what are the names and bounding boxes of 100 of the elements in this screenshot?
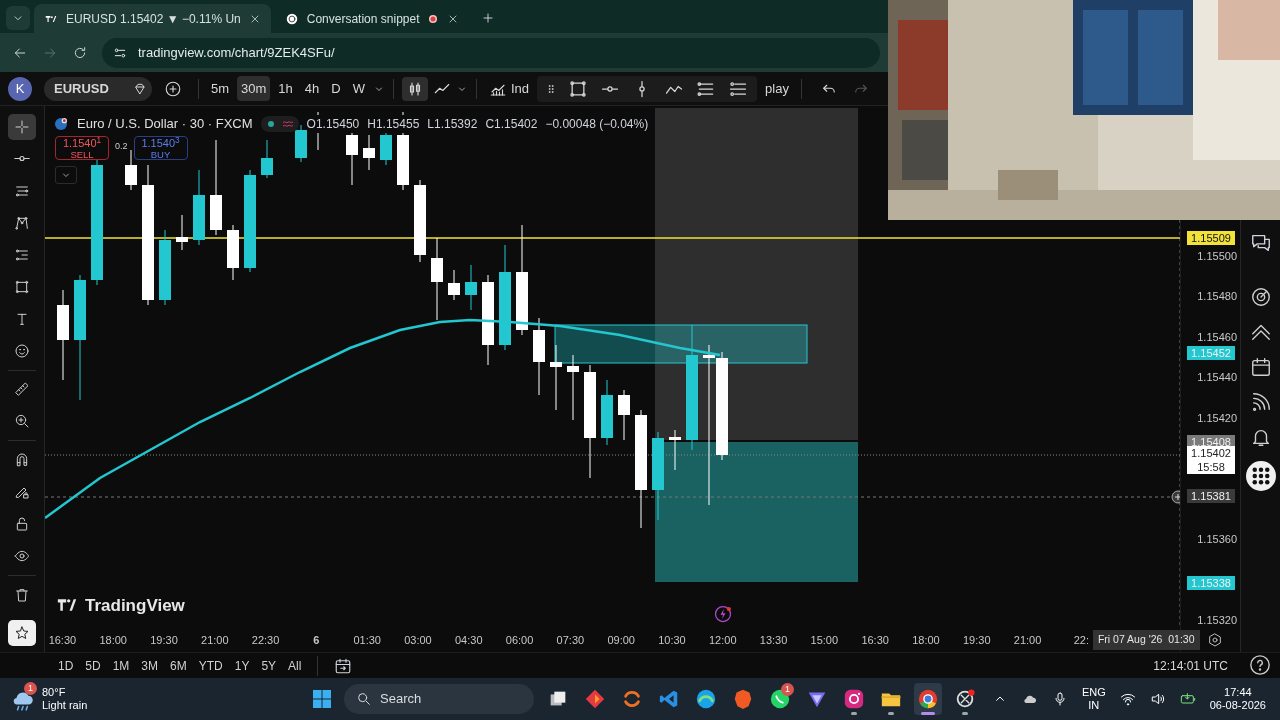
time-label: 18:00 (98, 632, 128, 648)
interval-button[interactable]: 1h (274, 75, 297, 102)
app-icon (843, 688, 865, 710)
replay-button[interactable]: play (761, 75, 793, 102)
range-button[interactable]: 1Y (234, 656, 250, 675)
wifi-icon[interactable] (1119, 691, 1136, 707)
range-button[interactable]: YTD (198, 656, 223, 675)
chart-type-button[interactable] (401, 76, 428, 101)
notification-badge: 1 (781, 683, 794, 696)
interval-button[interactable]: W (348, 75, 369, 102)
price-label: 1.15320 (1196, 612, 1237, 627)
settings-icon[interactable] (1207, 632, 1223, 648)
symbol-search[interactable]: EURUSD (44, 76, 152, 101)
time-label: 16:30 (860, 632, 890, 648)
symbol-title: Euro / U.S. Dollar · 30 · FXCM (77, 115, 253, 133)
date-label[interactable]: 06-08-2026 (1209, 699, 1266, 712)
reload-icon[interactable] (72, 44, 88, 61)
price-label: 1.15460 (1196, 329, 1237, 344)
indicators-button[interactable]: Ind (484, 75, 534, 102)
new-tab-icon[interactable] (481, 11, 496, 25)
interval-button[interactable]: 5m (207, 75, 234, 102)
favorites-button[interactable] (8, 620, 36, 646)
zone-rectangle[interactable] (554, 324, 808, 364)
recording-icon (427, 12, 440, 25)
brand-name: TradingView (85, 594, 185, 617)
apps-grid-icon[interactable] (1245, 461, 1276, 491)
search-field[interactable]: Search (344, 684, 534, 714)
price-marker: 1.15338 (1187, 576, 1235, 591)
price-label: 1.15360 (1196, 531, 1237, 546)
interval-button[interactable]: 4h (300, 75, 324, 102)
app-icon (954, 688, 976, 710)
time-label: 06:00 (504, 632, 535, 648)
time-label: 15:00 (809, 632, 840, 648)
battery-icon[interactable] (1179, 691, 1196, 707)
time-label: 09:00 (606, 632, 636, 648)
speaker-icon[interactable] (1149, 691, 1166, 707)
temperature-label: 80°F (42, 686, 67, 699)
candle (567, 354, 579, 421)
avatar[interactable]: K (8, 76, 32, 101)
time-label: 07:30 (555, 632, 586, 648)
language-label[interactable]: ENG (1081, 686, 1106, 699)
app-icon (917, 688, 939, 710)
time-label: 19:30 (961, 632, 992, 648)
add-alert-icon[interactable] (1171, 490, 1180, 504)
candle (295, 124, 307, 163)
drawing-tool-button[interactable] (8, 114, 36, 140)
time-label[interactable]: 17:44 (1209, 686, 1266, 699)
buy-button[interactable]: 1.1540$^{3}$ BUY (133, 136, 188, 160)
interval-button[interactable]: D (327, 75, 345, 102)
time-label: 13:30 (758, 632, 789, 648)
time-label: 19:30 (149, 632, 179, 648)
target-icon[interactable] (1249, 286, 1272, 308)
chat-icon[interactable] (1250, 232, 1272, 254)
app-icon (621, 688, 643, 710)
taskbar-app[interactable]: 1 (766, 683, 794, 715)
interval-button[interactable]: 30m (237, 75, 271, 102)
app-icon (584, 688, 606, 710)
time-label: 03:00 (403, 632, 433, 648)
date-range-icon[interactable] (334, 656, 353, 675)
search-icon (356, 691, 372, 707)
candle (669, 429, 681, 471)
candle (363, 134, 375, 171)
lightning-icon[interactable] (713, 604, 733, 624)
price-label: 1.15440 (1196, 370, 1237, 385)
range-button[interactable]: 5D (85, 656, 101, 675)
range-button[interactable]: All (288, 656, 302, 675)
add-symbol-icon[interactable] (164, 79, 182, 98)
browser-tab[interactable]: EURUSD 1.15402 ▼ −0.11% Un (34, 4, 271, 33)
range-button[interactable]: 1M (112, 656, 130, 675)
price-marker: 1.15509 (1187, 230, 1235, 245)
sell-button[interactable]: 1.1540$^{1}$ SELL (55, 136, 109, 160)
stop-zone[interactable] (655, 108, 858, 440)
candle (618, 389, 630, 441)
calendar-icon[interactable] (1249, 356, 1272, 378)
range-button[interactable]: 1D (58, 656, 74, 675)
candle (261, 139, 273, 179)
change-value: −0.00048 (−0.04%) (545, 115, 649, 133)
time-label: 16:30 (47, 632, 78, 648)
candle (465, 264, 477, 311)
address-bar[interactable]: tradingview.com/chart/9ZEK4SFu/ (102, 37, 880, 68)
time-label: 22: (1072, 632, 1089, 648)
target-zone[interactable] (655, 442, 858, 582)
time-label: 01:30 (352, 632, 382, 648)
start-icon[interactable] (310, 687, 334, 711)
time-label: 6 (312, 632, 321, 648)
range-button[interactable]: 5Y (261, 656, 277, 675)
help-icon[interactable] (1249, 654, 1271, 676)
range-button[interactable]: 3M (141, 656, 159, 675)
crosshair-time-label: Fri 07 Aug '26 01:30 (1092, 630, 1200, 650)
spread-value: 0.2 (115, 140, 128, 153)
app-icon (695, 688, 717, 710)
time-label: 10:30 (657, 632, 687, 648)
app-icon (658, 688, 680, 710)
region-label[interactable]: IN (1081, 699, 1106, 712)
taskbar-app[interactable] (914, 683, 942, 715)
price-label: 1.15480 (1196, 289, 1237, 304)
time-label: 18:00 (911, 632, 941, 648)
ohlc-value: H1.15455 (367, 114, 420, 133)
range-button[interactable]: 6M (170, 656, 187, 675)
browser-tab[interactable]: Conversation snippet (274, 4, 470, 33)
